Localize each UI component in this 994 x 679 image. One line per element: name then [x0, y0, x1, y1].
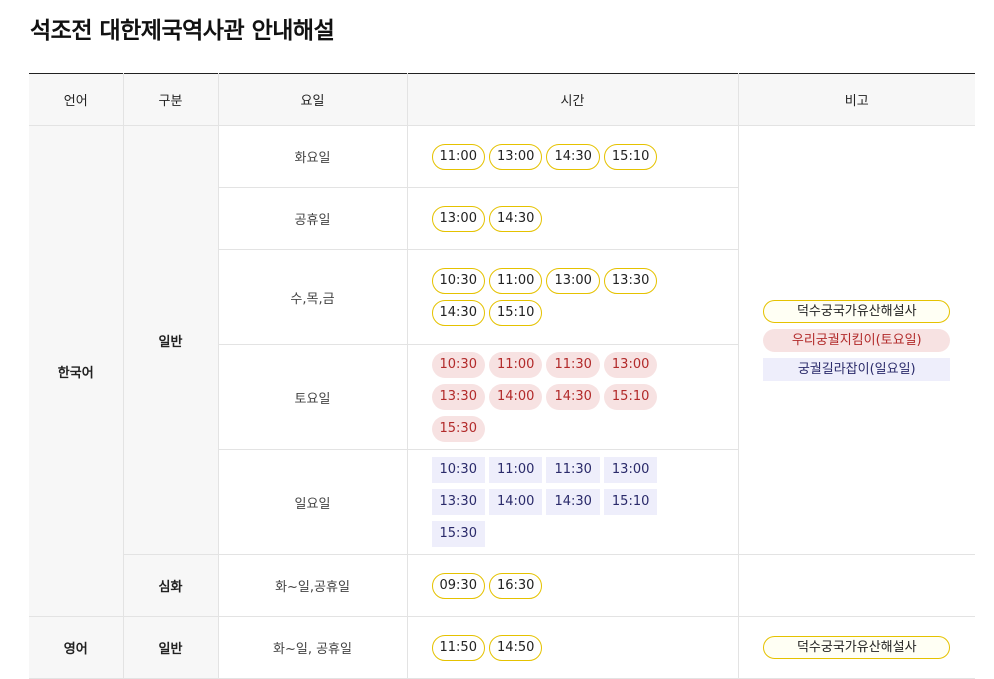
time-chip: 15:10 — [488, 300, 543, 326]
note-guide-badge: 덕수궁국가유산해설사 — [763, 636, 951, 659]
time-chip: 14:30 — [431, 300, 485, 326]
category-general: 일반 — [122, 616, 218, 679]
time-chip: 13:00 — [546, 268, 600, 294]
note-cell: 덕수궁국가유산해설사 — [737, 616, 975, 679]
sunday-time-chip: 14:00 — [488, 489, 543, 515]
time-chip: 11:50 — [431, 634, 485, 661]
language-korean: 한국어 — [29, 125, 123, 617]
sunday-time-chip: 11:30 — [546, 457, 600, 483]
saturday-time-chip: 10:30 — [431, 352, 485, 378]
sunday-time-chip: 13:30 — [431, 489, 485, 515]
time-list: 13:00 14:30 — [406, 187, 738, 250]
sunday-time-chip: 11:00 — [488, 457, 543, 483]
header-language: 언어 — [29, 73, 123, 126]
saturday-time-chip: 13:00 — [603, 352, 658, 378]
header-day: 요일 — [217, 73, 407, 126]
time-list: 10:30 11:00 13:00 13:30 14:30 15:10 — [406, 249, 738, 345]
time-list: 11:50 14:50 — [406, 616, 738, 679]
time-chip: 11:00 — [488, 268, 543, 294]
table-row: 영어 일반 화~일, 공휴일 11:50 14:50 덕수궁국가유산해설사 — [29, 616, 975, 679]
time-chip: 10:30 — [431, 268, 485, 294]
time-chip: 15:10 — [603, 143, 658, 170]
time-chip: 11:00 — [431, 143, 485, 170]
day-label: 일요일 — [217, 449, 407, 555]
saturday-time-chip: 14:00 — [488, 384, 543, 410]
table-row: 심화 화~일,공휴일 09:30 16:30 — [29, 554, 975, 617]
time-chip: 16:30 — [488, 572, 543, 599]
sunday-time-chip: 14:30 — [546, 489, 600, 515]
note-cell: 덕수궁국가유산해설사 우리궁궐지킴이(토요일) 궁궐길라잡이(일요일) — [737, 125, 975, 555]
time-chip: 14:30 — [488, 205, 543, 232]
saturday-time-chip: 11:00 — [488, 352, 543, 378]
header-note: 비고 — [737, 73, 975, 126]
time-list: 10:30 11:00 11:30 13:00 13:30 14:00 14:30 15:10… — [406, 449, 738, 555]
note-cell — [737, 554, 975, 617]
time-list: 11:00 13:00 14:30 15:10 — [406, 125, 738, 188]
guide-schedule-table: 언어 구분 요일 시간 비고 한국어 일반 화요일 11:00 13:00 14:3… — [29, 73, 975, 679]
time-list: 09:30 16:30 — [406, 554, 738, 617]
language-english: 영어 — [29, 616, 123, 679]
sunday-time-chip: 13:00 — [603, 457, 658, 483]
time-chip: 13:00 — [431, 205, 485, 232]
category-advanced: 심화 — [122, 554, 218, 617]
header-category: 구분 — [122, 73, 218, 126]
day-label: 화~일, 공휴일 — [217, 616, 407, 679]
time-list: 10:30 11:00 11:30 13:00 13:30 14:00 14:30 15:10… — [406, 344, 738, 450]
saturday-time-chip: 13:30 — [431, 384, 485, 410]
time-chip: 14:30 — [546, 143, 600, 170]
table-row: 한국어 일반 화요일 11:00 13:00 14:30 15:10 덕수궁국가유산해… — [29, 125, 975, 617]
day-label: 토요일 — [217, 344, 407, 450]
sunday-time-chip: 15:10 — [603, 489, 658, 515]
page-title: 석조전 대한제국역사관 안내해설 — [30, 18, 335, 44]
time-chip: 09:30 — [431, 572, 485, 599]
time-chip: 14:50 — [488, 634, 543, 661]
day-label: 화~일,공휴일 — [217, 554, 407, 617]
note-sunday-badge: 궁궐길라잡이(일요일) — [763, 357, 951, 381]
time-chip: 13:00 — [488, 143, 543, 170]
day-label: 공휴일 — [217, 187, 407, 250]
saturday-time-chip: 15:10 — [603, 384, 658, 410]
saturday-time-chip: 14:30 — [546, 384, 600, 410]
table-header-row: 언어 구분 요일 시간 비고 — [29, 73, 975, 126]
note-guide-badge: 덕수궁국가유산해설사 — [763, 299, 951, 323]
category-general: 일반 — [122, 125, 218, 555]
sunday-time-chip: 10:30 — [431, 457, 485, 483]
sunday-time-chip: 15:30 — [431, 521, 485, 547]
time-chip: 13:30 — [603, 268, 658, 294]
header-time: 시간 — [406, 73, 738, 126]
day-label: 화요일 — [217, 125, 407, 188]
saturday-time-chip: 15:30 — [431, 416, 485, 442]
saturday-time-chip: 11:30 — [546, 352, 600, 378]
note-saturday-badge: 우리궁궐지킴이(토요일) — [763, 328, 951, 352]
day-label: 수,목,금 — [217, 249, 407, 345]
